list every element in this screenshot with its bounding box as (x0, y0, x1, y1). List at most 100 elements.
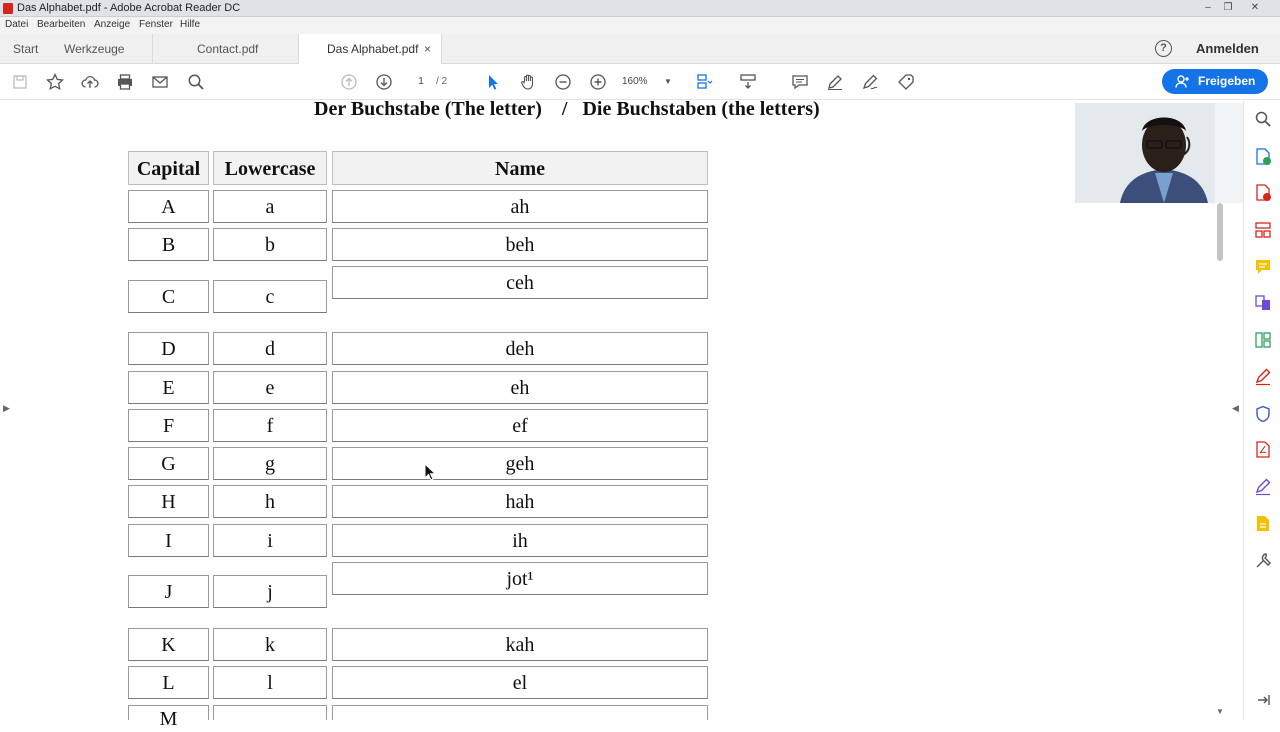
table-cell-lowercase: c (213, 280, 327, 313)
table-cell-name: jot¹ (332, 562, 708, 595)
bookmark-star-icon[interactable] (45, 72, 65, 92)
menu-anzeige[interactable]: Anzeige (94, 19, 130, 30)
scroll-mode-icon[interactable] (738, 72, 758, 92)
comment-icon[interactable] (1254, 258, 1272, 276)
menu-datei[interactable]: Datei (5, 19, 28, 30)
table-cell-lowercase: f (213, 409, 327, 442)
table-cell-capital: F (128, 409, 209, 442)
table-cell-name: eh (332, 371, 708, 404)
table-cell-capital: K (128, 628, 209, 661)
search-icon[interactable] (1254, 110, 1272, 128)
edit-pdf-icon[interactable] (1254, 221, 1272, 239)
print-icon[interactable] (115, 72, 135, 92)
right-tools-panel (1243, 101, 1280, 720)
vertical-scrollbar[interactable]: ▼ (1213, 203, 1227, 720)
zoom-out-icon[interactable] (553, 72, 573, 92)
page-number-input[interactable]: 1 (408, 73, 434, 91)
save-icon[interactable] (10, 72, 30, 92)
table-cell-lowercase: j (213, 575, 327, 608)
share-button[interactable]: Freigeben (1162, 69, 1268, 94)
table-cell-capital: I (128, 524, 209, 557)
table-cell-name: ih (332, 524, 708, 557)
minimize-icon[interactable]: – (1199, 1, 1217, 15)
select-cursor-icon[interactable] (483, 72, 503, 92)
table-cell-lowercase: e (213, 371, 327, 404)
column-header-name: Name (332, 151, 708, 185)
mouse-cursor-icon (424, 463, 436, 481)
table-cell-lowercase: d (213, 332, 327, 365)
menu-bearbeiten[interactable]: Bearbeiten (37, 19, 85, 30)
table-cell-capital: C (128, 280, 209, 313)
highlight-pen-icon[interactable] (825, 72, 845, 92)
table-cell-capital: A (128, 190, 209, 223)
export-pdf-icon[interactable] (1254, 148, 1272, 166)
toolbar: 1 / 2 160% ▼ (0, 64, 1280, 100)
table-cell-name: ceh (332, 266, 708, 299)
table-cell-name (332, 705, 708, 720)
more-tools-icon[interactable] (1254, 552, 1272, 570)
menu-hilfe[interactable]: Hilfe (180, 19, 200, 30)
close-tab-icon[interactable]: × (424, 34, 431, 64)
table-cell-capital: J (128, 575, 209, 608)
table-cell-name: ah (332, 190, 708, 223)
scroll-down-icon[interactable]: ▼ (1216, 707, 1224, 716)
zoom-level-input[interactable]: 160% (622, 73, 660, 91)
zoom-dropdown-icon[interactable]: ▼ (664, 73, 672, 91)
page-layout-icon[interactable] (694, 72, 714, 92)
sign-icon[interactable] (860, 72, 880, 92)
table-cell-capital: M (128, 705, 209, 730)
fill-sign-icon[interactable] (1254, 368, 1272, 386)
collapse-panel-icon[interactable] (1254, 691, 1272, 709)
create-pdf-icon[interactable] (1254, 184, 1272, 202)
table-cell-lowercase: h (213, 485, 327, 518)
table-cell-name: beh (332, 228, 708, 261)
share-label: Freigeben (1198, 74, 1256, 88)
tab-label: Contact.pdf (197, 42, 259, 56)
column-header-capital: Capital (128, 151, 209, 185)
table-cell-name: deh (332, 332, 708, 365)
column-header-lowercase: Lowercase (213, 151, 327, 185)
maximize-icon[interactable]: ❐ (1219, 1, 1237, 15)
combine-files-icon[interactable] (1254, 294, 1272, 312)
table-cell-capital: G (128, 447, 209, 480)
email-icon[interactable] (150, 72, 170, 92)
tab-start[interactable]: Start (13, 34, 38, 64)
table-cell-capital: D (128, 332, 209, 365)
help-icon[interactable]: ? (1155, 40, 1172, 57)
fill-sign-icon[interactable] (896, 72, 916, 92)
organize-pages-icon[interactable] (1254, 331, 1272, 349)
tab-das-alphabet-pdf[interactable]: Das Alphabet.pdf × (298, 34, 442, 65)
page-total: / 2 (436, 76, 448, 87)
protect-shield-icon[interactable] (1254, 405, 1272, 423)
table-cell-name: el (332, 666, 708, 699)
request-signature-icon[interactable] (1254, 478, 1272, 496)
send-for-review-icon[interactable] (1254, 515, 1272, 533)
close-window-icon[interactable]: ✕ (1246, 1, 1264, 15)
pdf-app-icon (3, 3, 13, 14)
previous-page-icon[interactable] (339, 72, 359, 92)
collapse-right-panel-icon[interactable]: ◀ (1232, 403, 1239, 414)
upload-cloud-icon[interactable] (80, 72, 100, 92)
zoom-in-icon[interactable] (588, 72, 608, 92)
table-cell-capital: L (128, 666, 209, 699)
search-icon[interactable] (186, 72, 206, 92)
tab-tools[interactable]: Werkzeuge (64, 34, 124, 64)
table-cell-name: hah (332, 485, 708, 518)
tab-contact-pdf[interactable]: Contact.pdf (152, 34, 298, 64)
scrollbar-thumb[interactable] (1217, 203, 1223, 261)
table-cell-lowercase: b (213, 228, 327, 261)
table-cell-capital: E (128, 371, 209, 404)
table-cell-name: ef (332, 409, 708, 442)
menu-fenster[interactable]: Fenster (139, 19, 173, 30)
webcam-overlay (1075, 103, 1254, 203)
next-page-icon[interactable] (374, 72, 394, 92)
expand-left-panel-icon[interactable]: ▶ (3, 403, 10, 414)
signin-button[interactable]: Anmelden (1196, 41, 1259, 56)
acrobat-pdf-icon[interactable] (1254, 441, 1272, 459)
table-cell-lowercase: k (213, 628, 327, 661)
table-cell-lowercase: l (213, 666, 327, 699)
hand-tool-icon[interactable] (518, 72, 538, 92)
window-title: Das Alphabet.pdf - Adobe Acrobat Reader … (17, 2, 241, 14)
tab-bar: Start Werkzeuge Contact.pdf Das Alphabet… (0, 34, 1280, 65)
comment-icon[interactable] (790, 72, 810, 92)
